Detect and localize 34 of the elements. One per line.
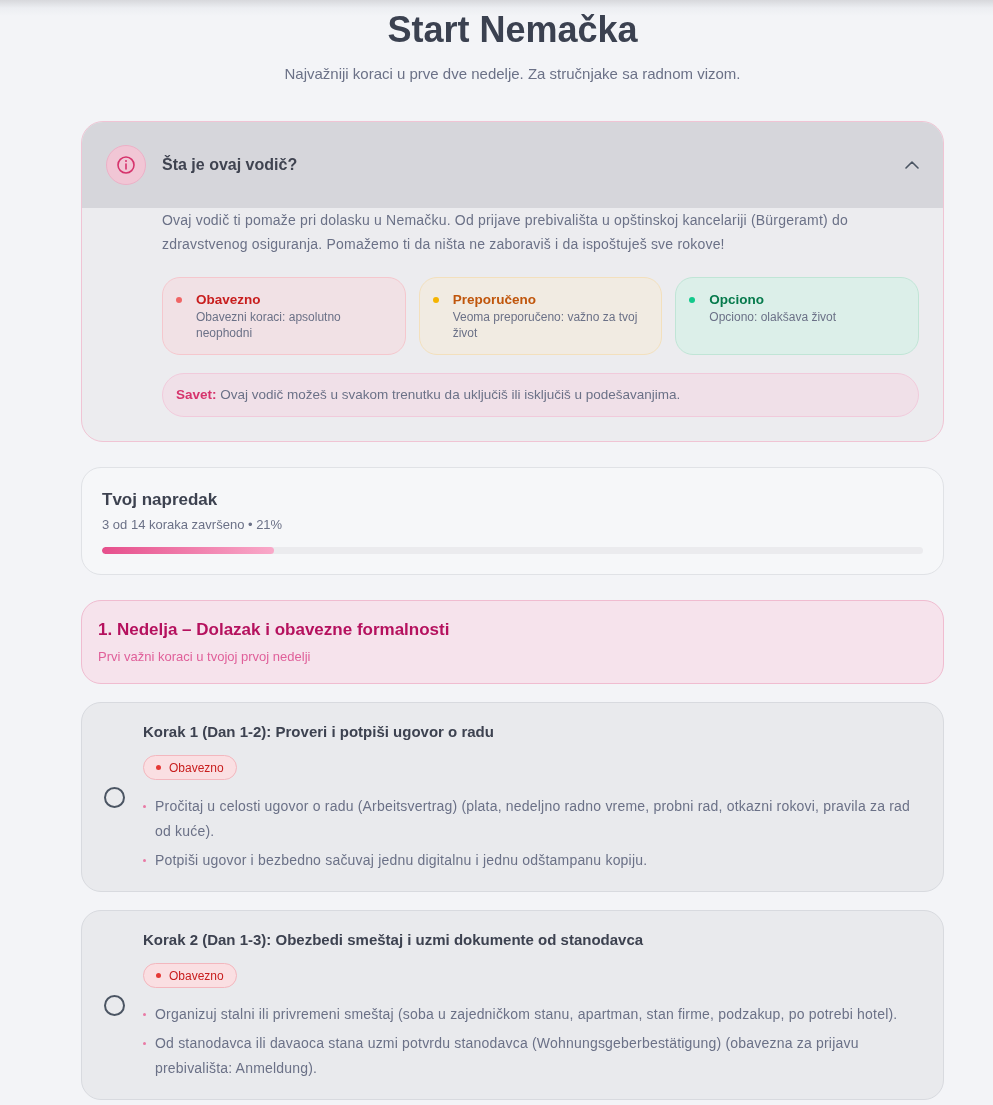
step-title: Korak 1 (Dan 1-2): Proveri i potpiši ugovor o radu xyxy=(143,722,494,742)
tip-note: Savet: Ovaj vodič možeš u svakom trenutku da uključiš ili isključiš u podešavanjima. xyxy=(162,373,919,417)
progress-summary: 3 od 14 koraka završeno • 21% xyxy=(102,516,284,534)
step-checkbox[interactable] xyxy=(104,994,125,1016)
legend-label: Opciono xyxy=(709,291,766,309)
week-subtitle: Prvi važni koraci u tvojoj prvoj nedelji xyxy=(98,648,312,666)
bullet-icon xyxy=(143,805,146,808)
bullet-icon xyxy=(143,859,146,862)
legend-description: Opciono: olakšava život xyxy=(709,309,837,325)
legend-label: Preporučeno xyxy=(452,291,537,309)
step-bullet-text: Od stanodavca ili davaoca stana uzmi potvrdu stanodavca (Wohnungsgeberbestätigung) (obavezna za prijavu prebivališta: Anmeldung). xyxy=(155,1034,860,1078)
step-bullet-text: Potpiši ugovor i bezbedno sačuvaj jednu digitalnu i jednu odštampanu kopiju. xyxy=(155,851,648,870)
step-bullet-text: Pročitaj u celosti ugovor o radu (Arbeitsvertrag) (plata, nedeljno radno vreme, probni rad, otkazni rokovi, pravila za rad od kuće). xyxy=(155,797,912,841)
dot-icon xyxy=(156,765,161,770)
guide-title: Šta je ovaj vodič? xyxy=(162,156,299,174)
step-checkbox[interactable] xyxy=(104,786,125,808)
guide-description: Ovaj vodič ti pomaže pri dolasku u Nemačku. Od prijave prebivališta u opštinskoj kancelariji (Bürgeramt) do zdravstvenog osiguranja. Pomažemo ti da ništa ne zaboraviš i da ispoštuješ sve rokove! xyxy=(162,211,849,254)
guide-header[interactable]: Šta je ovaj vodič? xyxy=(82,122,943,208)
page-subtitle: Najvažniji koraci u prve dve nedelje. Za stručnjake sa radnom vizom. xyxy=(283,64,742,84)
progress-title: Tvoj napredak xyxy=(102,489,219,511)
legend-description: Veoma preporučeno: važno za tvoj život xyxy=(452,309,639,341)
step-bullet-text: Organizuj stalni ili privremeni smeštaj (soba u zajedničkom stanu, apartman, stan firme, podzakup, po potrebi hotel). xyxy=(155,1005,898,1024)
legend-description: Obavezni koraci: apsolutno neophodni xyxy=(196,309,342,341)
bullet-icon xyxy=(143,1013,146,1016)
dot-icon xyxy=(156,973,161,978)
week-title: 1. Nedelja – Dolazak i obavezne formalnosti xyxy=(98,619,451,641)
step-title: Korak 2 (Dan 1-3): Obezbedi smeštaj i uzmi dokumente od stanodavca xyxy=(143,930,644,950)
bullet-icon xyxy=(143,1042,146,1045)
info-icon xyxy=(106,145,146,185)
priority-label: Obavezno xyxy=(169,760,224,775)
priority-label: Obavezno xyxy=(169,968,224,983)
chevron-up-icon[interactable] xyxy=(905,161,919,169)
page-title: Start Nemačka xyxy=(386,8,639,52)
legend-label: Obavezno xyxy=(196,291,262,309)
